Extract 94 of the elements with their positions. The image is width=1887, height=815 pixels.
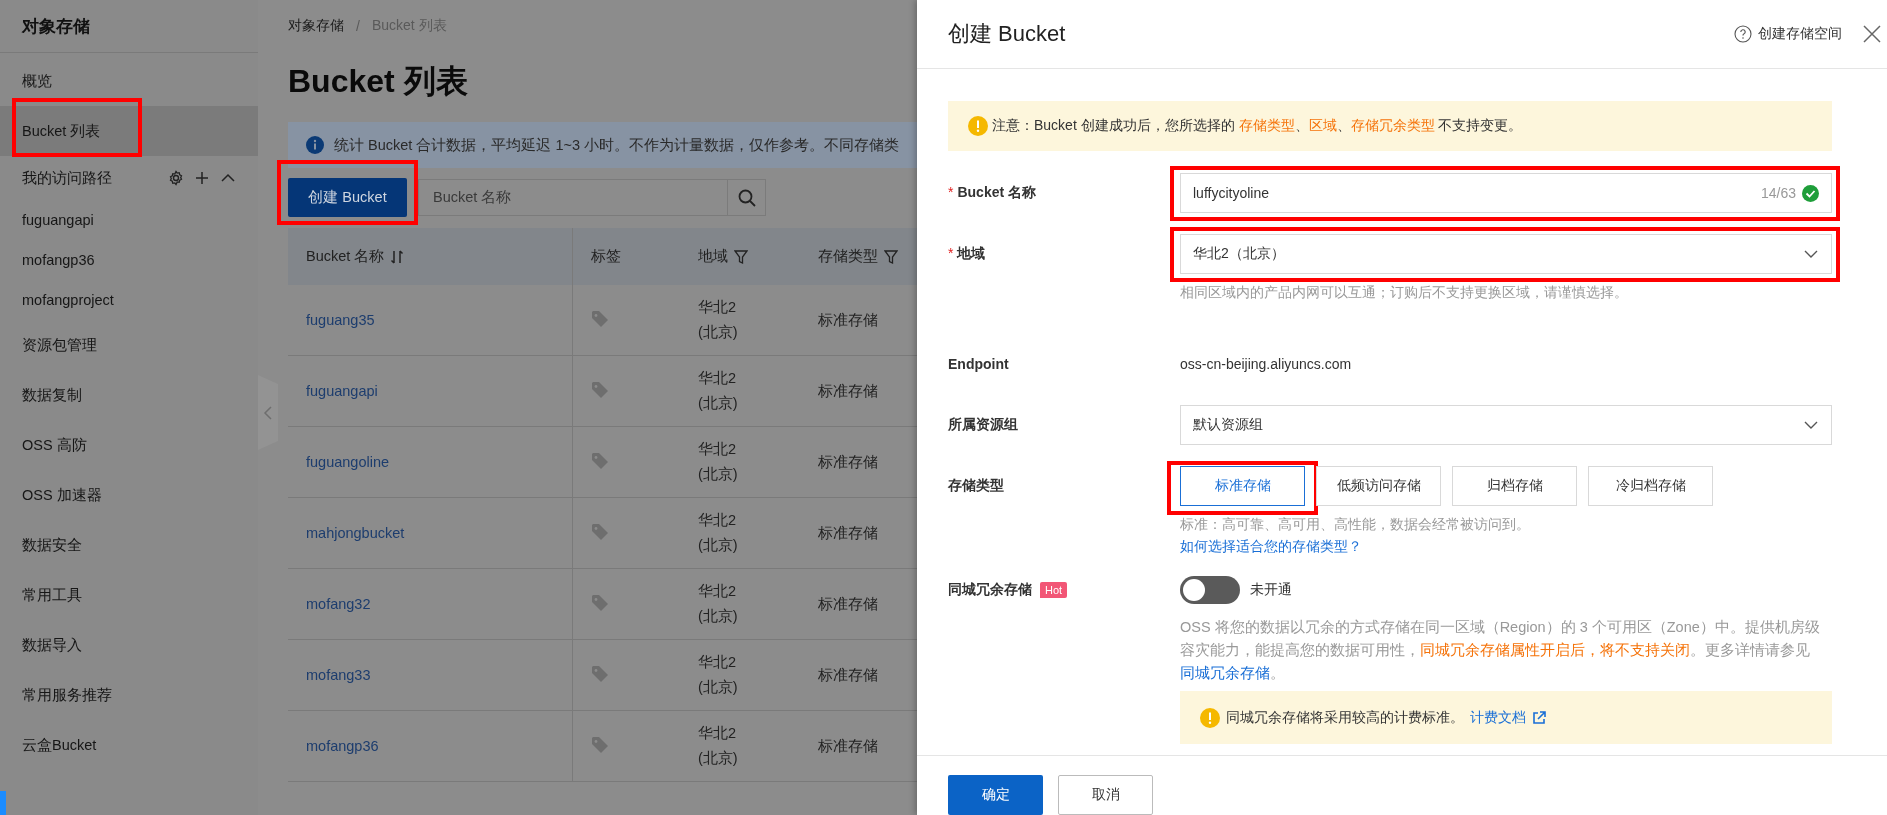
sidebar-item[interactable]: 资源包管理 — [0, 320, 258, 370]
bucket-name-link[interactable]: fuguangoline — [306, 454, 390, 470]
region-text: 华北2 (北京) — [698, 440, 739, 484]
help-link[interactable]: 如何选择适合您的存储类型？ — [1180, 538, 1362, 554]
drawer-title: 创建 Bucket — [948, 20, 1067, 48]
sidebar-item[interactable]: 概览 — [0, 56, 258, 106]
search-field[interactable]: Bucket 名称 — [418, 179, 728, 216]
field-label: 所属资源组 — [948, 416, 1018, 434]
bucket-name-link[interactable]: fuguang35 — [306, 312, 375, 328]
help-link[interactable]: 创建存储空间 — [1758, 25, 1842, 43]
storage-type-text: 标准存储 — [818, 737, 878, 754]
storage-type-text: 标准存储 — [818, 311, 878, 328]
description-link[interactable]: 同城冗余存储 — [1180, 665, 1270, 681]
scroll-indicator — [0, 791, 6, 815]
search-button[interactable] — [728, 179, 766, 216]
toggle-status: 未开通 — [1250, 581, 1292, 599]
hot-badge: Hot — [1040, 582, 1068, 598]
endpoint-value: oss-cn-beijing.aliyuncs.com — [1180, 356, 1352, 372]
sidebar-group-label: 我的访问路径 — [22, 168, 112, 188]
input-field[interactable]: luffycityoline 14/63 — [1180, 173, 1832, 213]
info-icon — [306, 136, 324, 154]
sidebar-item[interactable]: 数据复制 — [0, 370, 258, 420]
field-label: * 地域 — [948, 245, 986, 263]
bucket-name-link[interactable]: mofang32 — [306, 596, 371, 612]
select-field[interactable]: 华北2（北京） — [1180, 234, 1832, 274]
filter-icon[interactable] — [884, 248, 898, 265]
billing-doc-link[interactable]: 计费文档 — [1470, 708, 1526, 727]
field-label: 存储类型 — [948, 477, 1004, 495]
sidebar-item[interactable]: fuguangapi — [0, 200, 258, 240]
search-icon — [737, 188, 756, 207]
storage-type-text: 标准存储 — [818, 524, 878, 541]
region-text: 华北2 (北京) — [698, 724, 739, 768]
help-icon — [1734, 25, 1752, 43]
sidebar-item[interactable]: Bucket 列表 — [0, 106, 258, 156]
column-header: 地域 — [698, 247, 728, 266]
select-field[interactable]: 默认资源组 — [1180, 405, 1832, 445]
bucket-name-link[interactable]: mofang33 — [306, 667, 371, 683]
breadcrumb-link[interactable]: 对象存储 — [288, 17, 344, 35]
region-text: 华北2 (北京) — [698, 653, 739, 697]
sidebar-item[interactable]: OSS 加速器 — [0, 470, 258, 520]
storage-type-option[interactable]: 归档存储 — [1452, 466, 1577, 506]
region-text: 华北2 (北京) — [698, 582, 739, 626]
region-text: 华北2 (北京) — [698, 511, 739, 555]
sidebar-item[interactable]: 数据安全 — [0, 520, 258, 570]
column-header: 标签 — [590, 247, 621, 266]
region-text: 华北2 (北京) — [698, 369, 739, 413]
field-label: 同城冗余存储 — [948, 581, 1032, 599]
storage-type-option[interactable]: 低频访问存储 — [1316, 466, 1441, 506]
region-text: 华北2 (北京) — [698, 298, 739, 342]
storage-type-option[interactable]: 标准存储 — [1180, 466, 1305, 506]
external-link-icon[interactable] — [1532, 710, 1546, 725]
close-icon[interactable] — [1862, 24, 1882, 44]
breadcrumb-separator: / — [356, 18, 360, 34]
bucket-name-link[interactable]: fuguangapi — [306, 383, 378, 399]
sidebar-item[interactable]: mofangproject — [0, 280, 258, 320]
storage-type-option[interactable]: 冷归档存储 — [1588, 466, 1713, 506]
warning-icon — [968, 116, 988, 136]
notice-text: 注意：Bucket 创建成功后，您所选择的 存储类型、区域、存储冗余类型 不支持变更。 — [992, 117, 1523, 135]
sidebar-item[interactable]: OSS 高防 — [0, 420, 258, 470]
settings-icon[interactable] — [168, 170, 184, 186]
confirm-button[interactable]: 确定 — [948, 775, 1043, 815]
storage-type-text: 标准存储 — [818, 453, 878, 470]
sidebar-item[interactable]: 常用工具 — [0, 570, 258, 620]
column-header: Bucket 名称 — [306, 247, 385, 266]
bucket-name-link[interactable]: mofangp36 — [306, 738, 379, 754]
sidebar-item[interactable]: 数据导入 — [0, 620, 258, 670]
hint-text: 标准：高可靠、高可用、高性能，数据会经常被访问到。 — [1180, 516, 1531, 534]
column-header: 存储类型 — [818, 247, 878, 266]
note-text: 同城冗余存储将采用较高的计费标准。 — [1226, 708, 1464, 727]
warning-icon — [1200, 707, 1220, 728]
input-value: luffycityoline — [1193, 185, 1270, 201]
hint-text: 相同区域内的产品内网可以互通；订购后不支持更换区域，请谨慎选择。 — [1180, 284, 1629, 302]
select-value: 默认资源组 — [1193, 416, 1264, 434]
field-label: * Bucket 名称 — [948, 184, 1037, 202]
storage-type-text: 标准存储 — [818, 666, 878, 683]
storage-type-text: 标准存储 — [818, 382, 878, 399]
info-text: 统计 Bucket 合计数据，平均延迟 1~3 小时。不作为计量数据，仅作参考。不同存储类 — [334, 135, 900, 155]
sidebar-item[interactable]: 云盒Bucket — [0, 720, 258, 770]
select-value: 华北2（北京） — [1193, 245, 1286, 263]
plus-icon[interactable] — [194, 170, 210, 186]
field-label: Endpoint — [948, 356, 1009, 372]
chevron-left-icon — [263, 404, 273, 421]
page-title: Bucket 列表 — [288, 62, 469, 101]
sidebar-item[interactable]: mofangp36 — [0, 240, 258, 280]
toggle-switch[interactable] — [1180, 576, 1240, 604]
storage-type-text: 标准存储 — [818, 595, 878, 612]
bucket-name-link[interactable]: mahjongbucket — [306, 525, 405, 541]
filter-icon[interactable] — [734, 248, 748, 265]
character-counter: 14/63 — [1760, 185, 1796, 201]
cancel-button[interactable]: 取消 — [1058, 775, 1153, 815]
sidebar-item[interactable]: 常用服务推荐 — [0, 670, 258, 720]
sort-icon[interactable] — [390, 248, 405, 265]
description-text: OSS 将您的数据以冗余的方式存储在同一区域（Region）的 3 个可用区（Zone）中。提供机房级容灾能力，能提高您的数据可用性，同城冗余存储属性开启后，将不支持关闭。更多详情请参见 同城冗余存储。 — [1180, 618, 1821, 683]
create-bucket-button[interactable]: 创建 Bucket — [288, 178, 407, 217]
